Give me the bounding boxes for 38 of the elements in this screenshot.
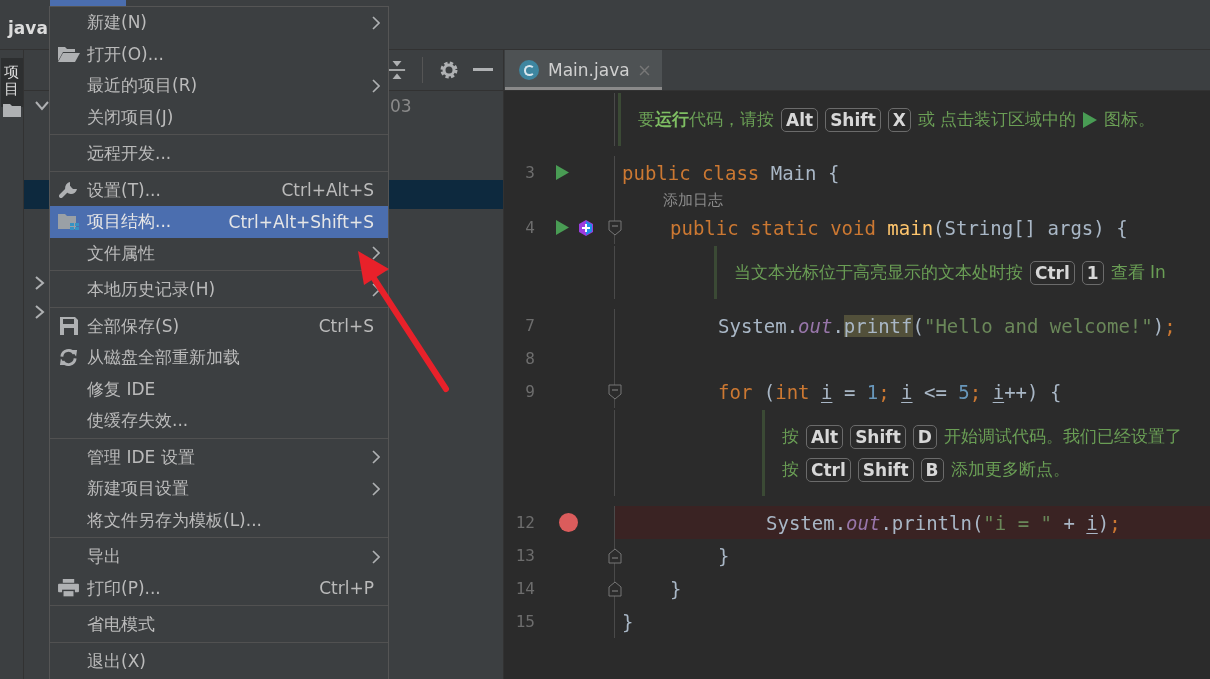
key-label: 1 <box>1081 260 1104 285</box>
key-label: B <box>920 457 944 482</box>
key-label: Alt <box>806 424 844 449</box>
key-label: Alt <box>781 107 819 132</box>
doc-text: 按 <box>782 425 799 448</box>
line-number: 15 <box>514 612 535 631</box>
key-label: Shift <box>825 107 881 132</box>
doc-text: 开始调试代码。我们已经设置了 <box>943 425 1182 448</box>
code-line: public static void main(String[] args) { <box>670 216 1128 239</box>
doc-text: 按 <box>782 458 799 481</box>
code-line: } <box>622 610 634 633</box>
code-line: public class Main { <box>622 161 840 184</box>
code-line: } <box>718 544 730 567</box>
key-label: Shift <box>850 424 906 449</box>
doc-text: 查看 In <box>1110 261 1166 284</box>
line-number: 13 <box>514 546 535 565</box>
line-number: 7 <box>524 316 535 335</box>
doc-text: 要运行代码，请按 <box>638 108 774 131</box>
key-label: Ctrl <box>1030 260 1075 285</box>
line-number: 9 <box>524 382 535 401</box>
line-number: 12 <box>514 513 535 532</box>
code-line: System.out.println("i = " + i); <box>766 511 1121 534</box>
key-label: Shift <box>857 457 914 482</box>
doc-text: 或 点击装订区域中的 <box>917 108 1077 131</box>
line-number: 14 <box>514 579 535 598</box>
code-line: System.out.printf("Hello and welcome!"); <box>718 314 1176 337</box>
doc-text: 添加更多断点。 <box>950 458 1070 481</box>
code-line: for (int i = 1; i <= 5; i++) { <box>718 380 1062 403</box>
key-label: Ctrl <box>806 457 851 482</box>
line-number: 8 <box>524 349 535 368</box>
key-label: X <box>887 107 911 132</box>
line-number: 4 <box>524 218 535 237</box>
doc-text: 图标。 <box>1104 108 1156 131</box>
doc-text: 当文本光标位于高亮显示的文本处时按 <box>734 261 1023 284</box>
tree-item-text: 03 <box>390 95 412 116</box>
key-label: D <box>912 424 937 449</box>
code-line: } <box>670 577 682 600</box>
line-number: 3 <box>524 163 535 182</box>
